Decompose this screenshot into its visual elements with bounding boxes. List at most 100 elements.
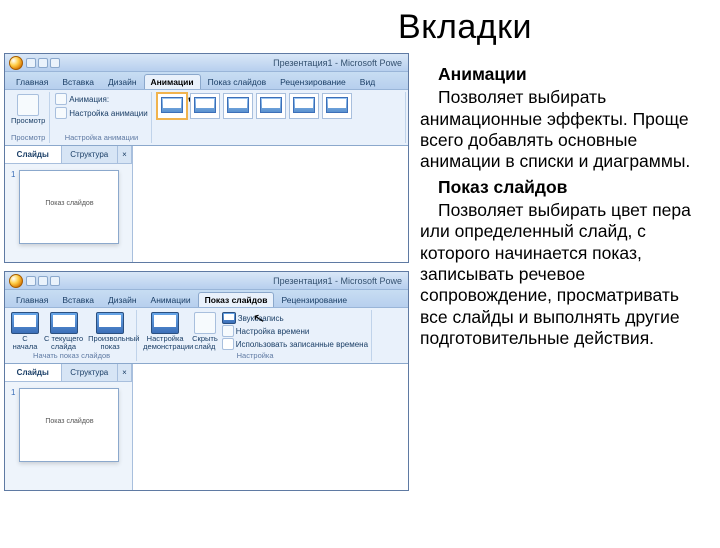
slides-pane: Слайды Структура × 1 Показ слайдов: [5, 146, 133, 262]
checkbox-icon: [222, 338, 234, 350]
ribbon-group-setup: Настройкадемонстрации Скрытьслайд Звукоз…: [139, 310, 372, 361]
transition-item[interactable]: [256, 93, 286, 119]
window-titlebar: Презентация1 - Microsoft Powe: [5, 54, 408, 72]
heading-animations: Анимации: [420, 64, 700, 85]
slide-canvas[interactable]: [133, 364, 408, 490]
thumb-caption: Показ слайдов: [20, 200, 118, 207]
preview-icon: [17, 94, 39, 116]
from-current-button[interactable]: С текущегослайда: [43, 311, 84, 351]
group-label-preview: Просмотр: [10, 133, 46, 143]
from-beginning-button[interactable]: Сначала: [10, 311, 40, 351]
rehearse-timings-button[interactable]: Настройка времени: [222, 325, 368, 337]
nav-tab-outline[interactable]: Структура: [62, 146, 119, 163]
window-title: Презентация1 - Microsoft Powe: [63, 276, 404, 286]
rehearse-label: Настройка времени: [236, 327, 310, 336]
custom-animation-button[interactable]: Настройка анимации: [55, 107, 147, 119]
thumb-number: 1: [11, 170, 15, 244]
transition-none[interactable]: [157, 93, 187, 119]
qat-save-icon[interactable]: [26, 58, 36, 68]
setup-show-label: Настройкадемонстрации: [143, 335, 187, 350]
tab-view[interactable]: Вид: [353, 74, 382, 89]
hide-slide-label: Скрытьслайд: [192, 335, 218, 350]
edit-area: Слайды Структура × 1 Показ слайдов: [5, 364, 408, 490]
edit-area: Слайды Структура × 1 Показ слайдов: [5, 146, 408, 262]
custom-anim-icon: [55, 107, 67, 119]
record-narration-button[interactable]: Звукозапись: [222, 312, 368, 324]
custom-anim-label: Настройка анимации: [69, 109, 147, 118]
custom-show-label: Произвольныйпоказ: [88, 335, 132, 350]
office-button-icon[interactable]: [9, 274, 23, 288]
qat-undo-icon[interactable]: [38, 58, 48, 68]
office-button-icon[interactable]: [9, 56, 23, 70]
hide-slide-button[interactable]: Скрытьслайд: [191, 311, 219, 351]
tab-insert[interactable]: Вставка: [55, 292, 101, 307]
anim-label: Анимация:: [69, 95, 109, 104]
quick-access-toolbar[interactable]: [26, 276, 60, 286]
nav-close-icon[interactable]: ×: [118, 364, 132, 381]
quick-access-toolbar[interactable]: [26, 58, 60, 68]
tab-animations[interactable]: Анимации: [144, 74, 201, 89]
anim-icon: [55, 93, 67, 105]
from-beginning-label: Сначала: [13, 335, 38, 350]
tab-design[interactable]: Дизайн: [101, 292, 144, 307]
ribbon: Сначала С текущегослайда Произвольныйпок…: [5, 308, 408, 364]
nav-tab-outline[interactable]: Структура: [62, 364, 119, 381]
qat-undo-icon[interactable]: [38, 276, 48, 286]
screenshot-slideshow-tab: Презентация1 - Microsoft Powe Главная Вс…: [4, 271, 409, 491]
slide-thumbnail-1[interactable]: 1 Показ слайдов: [11, 388, 126, 462]
monitor-icon: [151, 312, 179, 334]
tab-review[interactable]: Рецензирование: [274, 292, 354, 307]
group-label-setup: Настройка: [142, 351, 368, 361]
ribbon-tabs: Главная Вставка Дизайн Анимации Показ сл…: [5, 72, 408, 90]
tab-home[interactable]: Главная: [9, 292, 55, 307]
clock-icon: [222, 325, 234, 337]
tab-slideshow[interactable]: Показ слайдов: [201, 74, 274, 89]
transition-item[interactable]: [289, 93, 319, 119]
animation-dropdown[interactable]: Анимация:: [55, 93, 109, 105]
window-titlebar: Презентация1 - Microsoft Powe: [5, 272, 408, 290]
monitor-icon: [11, 312, 39, 334]
ribbon-tabs: Главная Вставка Дизайн Анимации Показ сл…: [5, 290, 408, 308]
ribbon-group-animation-settings: Анимация: Настройка анимации Настройка а…: [52, 92, 151, 143]
ribbon: Просмотр Просмотр Анимация: Настройка ан…: [5, 90, 408, 146]
ribbon-group-start-show: Сначала С текущегослайда Произвольныйпок…: [7, 310, 137, 361]
tab-animations[interactable]: Анимации: [144, 292, 198, 307]
group-label-start: Начать показ слайдов: [10, 351, 133, 361]
window-title: Презентация1 - Microsoft Powe: [63, 58, 404, 68]
page-title: Вкладки: [210, 8, 720, 47]
nav-tab-slides[interactable]: Слайды: [5, 364, 62, 381]
record-icon: [222, 312, 236, 324]
tab-review[interactable]: Рецензирование: [273, 74, 353, 89]
use-timings-label: Использовать записанные времена: [236, 340, 368, 349]
nav-close-icon[interactable]: ×: [118, 146, 132, 163]
qat-save-icon[interactable]: [26, 276, 36, 286]
group-label-anim: Настройка анимации: [55, 133, 147, 143]
slide-thumbnail-1[interactable]: 1 Показ слайдов: [11, 170, 126, 244]
monitor-icon: [50, 312, 78, 334]
record-label: Звукозапись: [238, 314, 284, 323]
preview-button[interactable]: Просмотр: [10, 93, 46, 126]
setup-show-button[interactable]: Настройкадемонстрации: [142, 311, 188, 351]
from-current-label: С текущегослайда: [44, 335, 83, 350]
tab-home[interactable]: Главная: [9, 74, 55, 89]
preview-label: Просмотр: [11, 117, 45, 125]
thumb-number: 1: [11, 388, 15, 462]
para-slideshow: Позволяет выбирать цвет пера или определ…: [420, 200, 700, 349]
qat-redo-icon[interactable]: [50, 276, 60, 286]
transition-item[interactable]: [223, 93, 253, 119]
transition-item[interactable]: [190, 93, 220, 119]
tab-slideshow[interactable]: Показ слайдов: [198, 292, 275, 307]
heading-slideshow: Показ слайдов: [420, 177, 700, 198]
slide-canvas[interactable]: [133, 146, 408, 262]
group-label-transitions: [157, 133, 402, 143]
monitor-icon: [96, 312, 124, 334]
tab-insert[interactable]: Вставка: [55, 74, 101, 89]
transition-item[interactable]: [322, 93, 352, 119]
ribbon-group-preview: Просмотр Просмотр: [7, 92, 50, 143]
hide-slide-icon: [194, 312, 216, 334]
use-timings-checkbox[interactable]: Использовать записанные времена: [222, 338, 368, 350]
nav-tab-slides[interactable]: Слайды: [5, 146, 62, 163]
tab-design[interactable]: Дизайн: [101, 74, 144, 89]
custom-show-button[interactable]: Произвольныйпоказ: [87, 311, 133, 351]
qat-redo-icon[interactable]: [50, 58, 60, 68]
